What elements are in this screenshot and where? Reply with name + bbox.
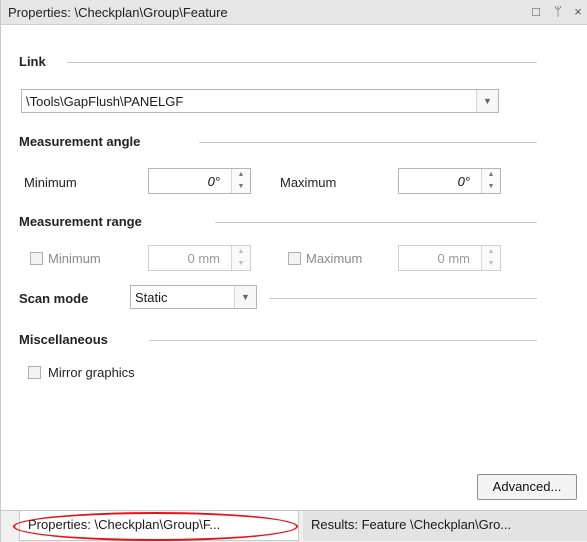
measurement-range-divider bbox=[215, 222, 537, 223]
spin-down-icon[interactable]: ▼ bbox=[482, 258, 500, 270]
link-section-label: Link bbox=[19, 54, 46, 69]
angle-minimum-value: 0° bbox=[207, 174, 220, 189]
scan-mode-divider bbox=[269, 298, 537, 299]
angle-minimum-stepper[interactable]: ▲ ▼ bbox=[231, 169, 250, 193]
restore-icon[interactable]: □ bbox=[529, 4, 543, 20]
miscellaneous-divider bbox=[149, 340, 537, 341]
scan-mode-label: Scan mode bbox=[19, 291, 89, 306]
range-maximum-label: Maximum bbox=[306, 251, 363, 266]
tab-results[interactable]: Results: Feature \Checkplan\Gro... bbox=[303, 511, 587, 541]
chevron-down-icon[interactable]: ▼ bbox=[234, 286, 256, 308]
spin-down-icon[interactable]: ▼ bbox=[232, 181, 250, 193]
mirror-graphics-label: Mirror graphics bbox=[48, 365, 135, 380]
angle-maximum-label: Maximum bbox=[280, 175, 337, 190]
link-section-divider bbox=[67, 62, 537, 63]
range-minimum-label: Minimum bbox=[48, 251, 101, 266]
spin-down-icon[interactable]: ▼ bbox=[482, 181, 500, 193]
chevron-down-icon[interactable]: ▼ bbox=[476, 90, 498, 112]
angle-minimum-spinner[interactable]: 0° ▲ ▼ bbox=[148, 168, 251, 194]
spin-up-icon[interactable]: ▲ bbox=[232, 169, 250, 181]
measurement-range-section-header: Measurement range bbox=[19, 214, 539, 230]
spin-up-icon[interactable]: ▲ bbox=[482, 246, 500, 258]
range-maximum-checkbox[interactable] bbox=[288, 252, 301, 265]
range-maximum-spinner[interactable]: 0 mm ▲ ▼ bbox=[398, 245, 501, 271]
measurement-range-label: Measurement range bbox=[19, 214, 142, 229]
miscellaneous-section-header: Miscellaneous bbox=[19, 332, 539, 348]
scan-mode-select[interactable]: Static ▼ bbox=[130, 285, 257, 309]
link-path-combo[interactable]: \Tools\GapFlush\PANELGF ▼ bbox=[21, 89, 499, 113]
scan-mode-value: Static bbox=[135, 290, 168, 305]
properties-panel: Properties: \Checkplan\Group\Feature □ ᛘ… bbox=[0, 0, 587, 542]
range-minimum-value: 0 mm bbox=[187, 251, 221, 266]
range-minimum-spinner[interactable]: 0 mm ▲ ▼ bbox=[148, 245, 251, 271]
angle-minimum-label: Minimum bbox=[24, 175, 77, 190]
angle-maximum-value: 0° bbox=[457, 174, 470, 189]
spin-up-icon[interactable]: ▲ bbox=[482, 169, 500, 181]
range-maximum-stepper[interactable]: ▲ ▼ bbox=[481, 246, 500, 270]
measurement-angle-section-header: Measurement angle bbox=[19, 134, 539, 150]
panel-tab-strip: Properties: \Checkplan\Group\F... Result… bbox=[1, 510, 587, 542]
panel-title: Properties: \Checkplan\Group\Feature bbox=[8, 5, 228, 20]
panel-title-bar: Properties: \Checkplan\Group\Feature □ ᛘ… bbox=[1, 0, 587, 25]
angle-maximum-spinner[interactable]: 0° ▲ ▼ bbox=[398, 168, 501, 194]
spin-down-icon[interactable]: ▼ bbox=[232, 258, 250, 270]
measurement-angle-label: Measurement angle bbox=[19, 134, 141, 149]
tab-properties-label: Properties: \Checkplan\Group\F... bbox=[28, 517, 221, 532]
range-maximum-value: 0 mm bbox=[437, 251, 471, 266]
tab-results-label: Results: Feature \Checkplan\Gro... bbox=[311, 517, 512, 532]
range-minimum-checkbox[interactable] bbox=[30, 252, 43, 265]
close-icon[interactable]: × bbox=[571, 4, 585, 20]
miscellaneous-label: Miscellaneous bbox=[19, 332, 108, 347]
link-section-header: Link bbox=[19, 54, 539, 70]
pin-icon[interactable]: ᛘ bbox=[551, 4, 565, 20]
advanced-button[interactable]: Advanced... bbox=[477, 474, 577, 500]
mirror-graphics-checkbox[interactable] bbox=[28, 366, 41, 379]
link-path-value: \Tools\GapFlush\PANELGF bbox=[26, 94, 184, 109]
angle-maximum-stepper[interactable]: ▲ ▼ bbox=[481, 169, 500, 193]
measurement-angle-divider bbox=[199, 142, 537, 143]
spin-up-icon[interactable]: ▲ bbox=[232, 246, 250, 258]
range-minimum-stepper[interactable]: ▲ ▼ bbox=[231, 246, 250, 270]
tab-properties[interactable]: Properties: \Checkplan\Group\F... bbox=[19, 511, 299, 541]
